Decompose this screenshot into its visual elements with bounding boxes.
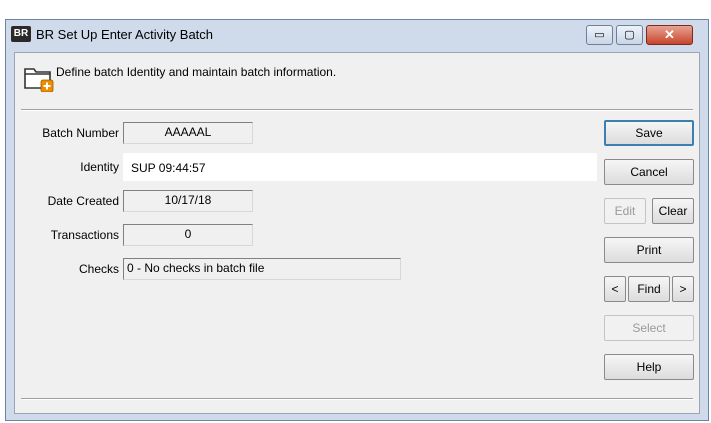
print-button[interactable]: Print [604, 237, 694, 263]
save-button[interactable]: Save [604, 120, 694, 146]
window-title: BR Set Up Enter Activity Batch [36, 27, 214, 42]
batch-number-label: Batch Number [42, 126, 119, 140]
close-icon: ✕ [664, 27, 675, 42]
help-button[interactable]: Help [604, 354, 694, 380]
transactions-label: Transactions [50, 228, 119, 242]
clear-button[interactable]: Clear [652, 198, 694, 224]
form-body: Define batch Identity and maintain batch… [14, 52, 700, 414]
transactions-field: 0 [123, 224, 253, 246]
app-icon: BR [11, 26, 31, 42]
find-previous-button[interactable]: < [604, 276, 626, 302]
folder-add-icon [24, 68, 54, 92]
bottom-divider [21, 398, 693, 400]
checks-label: Checks [78, 262, 119, 276]
top-divider [21, 109, 693, 111]
batch-number-field: AAAAAL [123, 122, 253, 144]
maximize-button[interactable]: ▢ [616, 25, 643, 45]
close-button[interactable]: ✕ [646, 25, 693, 45]
select-button[interactable]: Select [604, 315, 694, 341]
minimize-icon: ▭ [594, 29, 605, 41]
app-window: BR BR Set Up Enter Activity Batch ▭ ▢ ✕ … [5, 19, 709, 421]
find-button[interactable]: Find [628, 276, 670, 302]
edit-button[interactable]: Edit [604, 198, 646, 224]
date-created-field: 10/17/18 [123, 190, 253, 212]
minimize-button[interactable]: ▭ [586, 25, 613, 45]
description-text: Define batch Identity and maintain batch… [56, 65, 337, 79]
cancel-button[interactable]: Cancel [604, 159, 694, 185]
maximize-icon: ▢ [624, 29, 635, 41]
date-created-label: Date Created [47, 194, 119, 208]
find-next-button[interactable]: > [672, 276, 694, 302]
checks-field: 0 - No checks in batch file [123, 258, 401, 280]
title-bar[interactable]: BR BR Set Up Enter Activity Batch ▭ ▢ ✕ [6, 20, 708, 52]
identity-input[interactable]: SUP 09:44:57 [123, 153, 597, 181]
identity-label: Identity [80, 160, 119, 174]
